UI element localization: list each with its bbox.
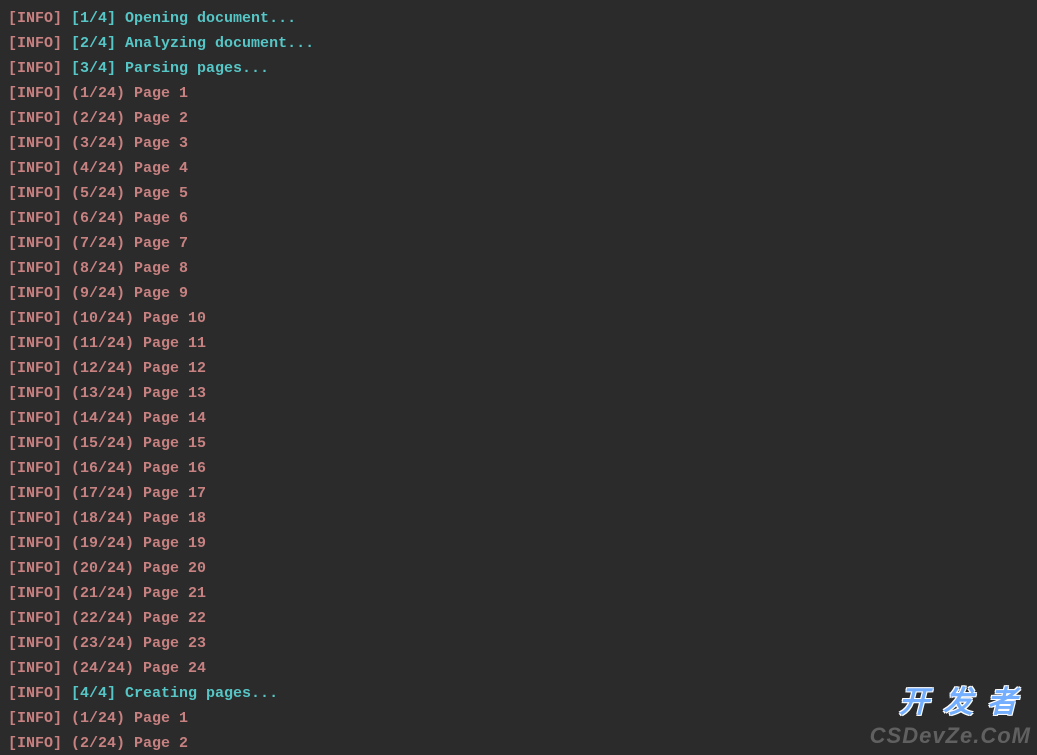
log-line: [INFO] (22/24) Page 22 <box>8 606 1029 631</box>
log-message: (19/24) Page 19 <box>71 535 206 552</box>
log-line: [INFO] [4/4] Creating pages... <box>8 681 1029 706</box>
log-message: (23/24) Page 23 <box>71 635 206 652</box>
log-message: (14/24) Page 14 <box>71 410 206 427</box>
log-message: (1/24) Page 1 <box>71 85 188 102</box>
log-message: (20/24) Page 20 <box>71 560 206 577</box>
log-message: (24/24) Page 24 <box>71 660 206 677</box>
log-line: [INFO] (9/24) Page 9 <box>8 281 1029 306</box>
log-level: [INFO] <box>8 685 62 702</box>
log-level: [INFO] <box>8 585 62 602</box>
log-message: (3/24) Page 3 <box>71 135 188 152</box>
log-line: [INFO] (3/24) Page 3 <box>8 131 1029 156</box>
log-line: [INFO] (11/24) Page 11 <box>8 331 1029 356</box>
log-message: (15/24) Page 15 <box>71 435 206 452</box>
log-line: [INFO] [2/4] Analyzing document... <box>8 31 1029 56</box>
log-line: [INFO] (2/24) Page 2 <box>8 106 1029 131</box>
log-level: [INFO] <box>8 60 62 77</box>
log-message: (18/24) Page 18 <box>71 510 206 527</box>
log-level: [INFO] <box>8 735 62 752</box>
log-message: (16/24) Page 16 <box>71 460 206 477</box>
log-level: [INFO] <box>8 285 62 302</box>
log-message: (4/24) Page 4 <box>71 160 188 177</box>
log-level: [INFO] <box>8 535 62 552</box>
log-level: [INFO] <box>8 110 62 127</box>
log-level: [INFO] <box>8 435 62 452</box>
log-message-major: [1/4] Opening document... <box>71 10 296 27</box>
log-level: [INFO] <box>8 635 62 652</box>
log-line: [INFO] (2/24) Page 2 <box>8 731 1029 755</box>
terminal-output: [INFO] [1/4] Opening document...[INFO] [… <box>0 0 1037 755</box>
log-message: (7/24) Page 7 <box>71 235 188 252</box>
log-message: (13/24) Page 13 <box>71 385 206 402</box>
log-line: [INFO] (21/24) Page 21 <box>8 581 1029 606</box>
log-line: [INFO] (6/24) Page 6 <box>8 206 1029 231</box>
log-message-major: [3/4] Parsing pages... <box>71 60 269 77</box>
log-message: (21/24) Page 21 <box>71 585 206 602</box>
log-level: [INFO] <box>8 210 62 227</box>
log-message: (6/24) Page 6 <box>71 210 188 227</box>
log-message: (17/24) Page 17 <box>71 485 206 502</box>
log-message: (2/24) Page 2 <box>71 735 188 752</box>
log-message: (9/24) Page 9 <box>71 285 188 302</box>
log-line: [INFO] (19/24) Page 19 <box>8 531 1029 556</box>
log-level: [INFO] <box>8 185 62 202</box>
log-line: [INFO] (5/24) Page 5 <box>8 181 1029 206</box>
log-level: [INFO] <box>8 510 62 527</box>
log-level: [INFO] <box>8 385 62 402</box>
log-line: [INFO] (17/24) Page 17 <box>8 481 1029 506</box>
log-line: [INFO] (12/24) Page 12 <box>8 356 1029 381</box>
log-level: [INFO] <box>8 335 62 352</box>
log-message: (1/24) Page 1 <box>71 710 188 727</box>
log-line: [INFO] (1/24) Page 1 <box>8 706 1029 731</box>
log-level: [INFO] <box>8 135 62 152</box>
log-message: (10/24) Page 10 <box>71 310 206 327</box>
log-level: [INFO] <box>8 460 62 477</box>
log-line: [INFO] (8/24) Page 8 <box>8 256 1029 281</box>
log-level: [INFO] <box>8 10 62 27</box>
log-line: [INFO] (10/24) Page 10 <box>8 306 1029 331</box>
log-line: [INFO] (18/24) Page 18 <box>8 506 1029 531</box>
log-level: [INFO] <box>8 235 62 252</box>
log-line: [INFO] (13/24) Page 13 <box>8 381 1029 406</box>
log-line: [INFO] (23/24) Page 23 <box>8 631 1029 656</box>
log-level: [INFO] <box>8 560 62 577</box>
log-level: [INFO] <box>8 85 62 102</box>
log-line: [INFO] (4/24) Page 4 <box>8 156 1029 181</box>
log-line: [INFO] [1/4] Opening document... <box>8 6 1029 31</box>
log-message: (2/24) Page 2 <box>71 110 188 127</box>
log-line: [INFO] (15/24) Page 15 <box>8 431 1029 456</box>
log-message: (8/24) Page 8 <box>71 260 188 277</box>
log-level: [INFO] <box>8 610 62 627</box>
log-level: [INFO] <box>8 660 62 677</box>
log-level: [INFO] <box>8 710 62 727</box>
log-line: [INFO] (24/24) Page 24 <box>8 656 1029 681</box>
log-level: [INFO] <box>8 310 62 327</box>
log-message: (11/24) Page 11 <box>71 335 206 352</box>
log-message-major: [4/4] Creating pages... <box>71 685 278 702</box>
log-level: [INFO] <box>8 260 62 277</box>
log-message: (12/24) Page 12 <box>71 360 206 377</box>
log-message-major: [2/4] Analyzing document... <box>71 35 314 52</box>
log-level: [INFO] <box>8 485 62 502</box>
log-line: [INFO] (14/24) Page 14 <box>8 406 1029 431</box>
log-line: [INFO] [3/4] Parsing pages... <box>8 56 1029 81</box>
log-message: (22/24) Page 22 <box>71 610 206 627</box>
log-line: [INFO] (20/24) Page 20 <box>8 556 1029 581</box>
log-line: [INFO] (7/24) Page 7 <box>8 231 1029 256</box>
log-line: [INFO] (1/24) Page 1 <box>8 81 1029 106</box>
log-level: [INFO] <box>8 410 62 427</box>
log-level: [INFO] <box>8 35 62 52</box>
log-level: [INFO] <box>8 360 62 377</box>
log-message: (5/24) Page 5 <box>71 185 188 202</box>
log-line: [INFO] (16/24) Page 16 <box>8 456 1029 481</box>
log-level: [INFO] <box>8 160 62 177</box>
